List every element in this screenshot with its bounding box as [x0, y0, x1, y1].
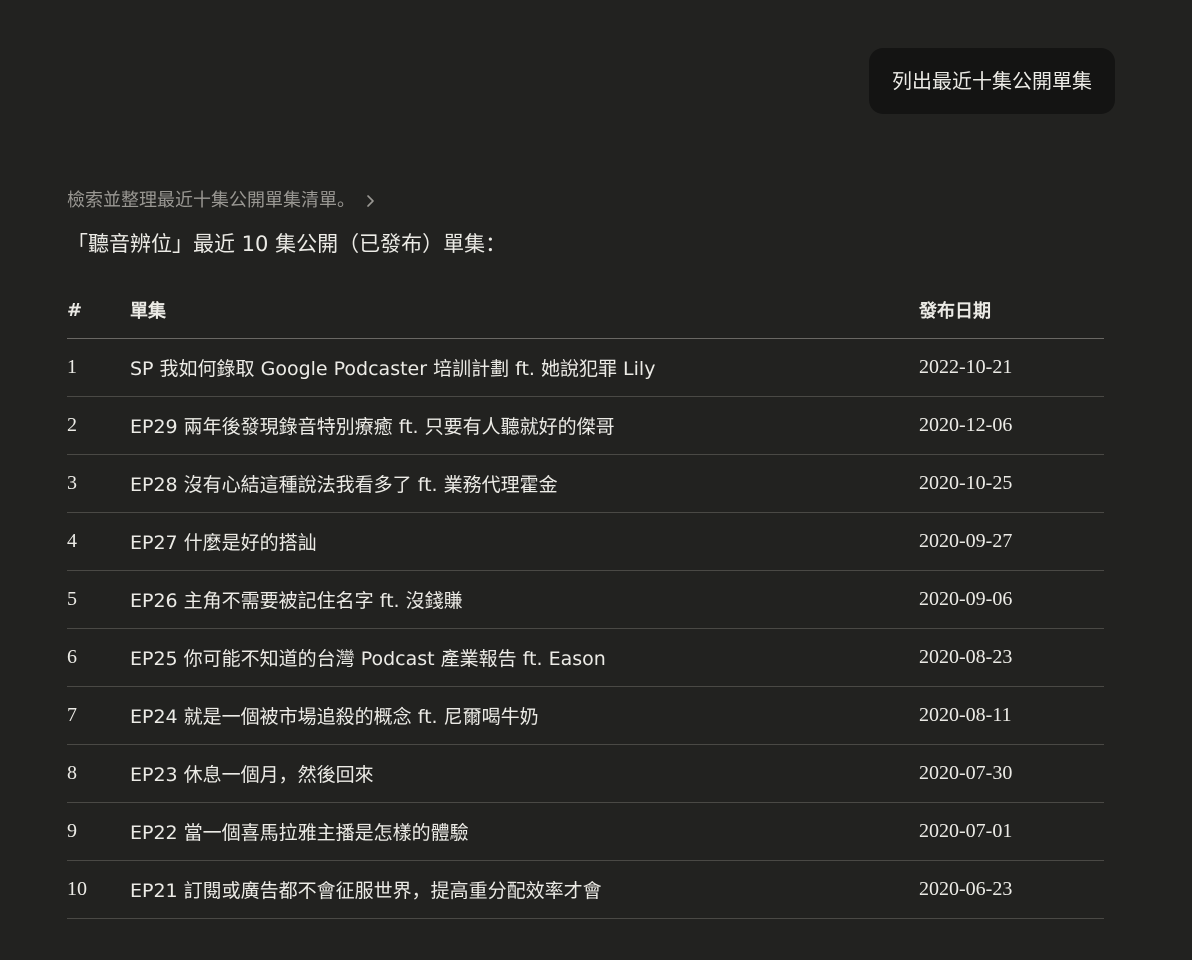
- row-publish-date: 2022-10-21: [919, 338, 1104, 397]
- response-intro: 「聽音辨位」最近 10 集公開（已發布）單集：: [67, 232, 507, 256]
- header-number: #: [67, 282, 130, 339]
- table-row: 10 EP21 訂閱或廣告都不會征服世界，提高重分配效率才會 2020-06-2…: [67, 860, 1104, 919]
- row-episode-title: EP21 訂閱或廣告都不會征服世界，提高重分配效率才會: [130, 860, 919, 919]
- row-number: 5: [67, 570, 130, 629]
- episodes-table: # 單集 發布日期 1 SP 我如何錄取 Google Podcaster 培訓…: [67, 282, 1104, 919]
- table-row: 6 EP25 你可能不知道的台灣 Podcast 產業報告 ft. Eason …: [67, 628, 1104, 687]
- row-number: 9: [67, 802, 130, 861]
- row-episode-title: EP29 兩年後發現錄音特別療癒 ft. 只要有人聽就好的傑哥: [130, 396, 919, 455]
- row-publish-date: 2020-07-30: [919, 744, 1104, 803]
- row-number: 2: [67, 396, 130, 455]
- table-row: 9 EP22 當一個喜馬拉雅主播是怎樣的體驗 2020-07-01: [67, 802, 1104, 861]
- table-row: 5 EP26 主角不需要被記住名字 ft. 沒錢賺 2020-09-06: [67, 570, 1104, 629]
- header-episode: 單集: [130, 282, 919, 339]
- row-publish-date: 2020-06-23: [919, 860, 1104, 919]
- row-publish-date: 2020-12-06: [919, 396, 1104, 455]
- row-episode-title: EP24 就是一個被市場追殺的概念 ft. 尼爾喝牛奶: [130, 686, 919, 745]
- row-number: 6: [67, 628, 130, 687]
- user-message-bubble: 列出最近十集公開單集: [869, 48, 1115, 114]
- thinking-summary-toggle[interactable]: 檢索並整理最近十集公開單集清單。: [67, 186, 377, 212]
- row-number: 1: [67, 338, 130, 397]
- row-number: 8: [67, 744, 130, 803]
- row-publish-date: 2020-08-23: [919, 628, 1104, 687]
- row-episode-title: EP28 沒有心結這種說法我看多了 ft. 業務代理霍金: [130, 454, 919, 513]
- table-row: 4 EP27 什麼是好的搭訕 2020-09-27: [67, 512, 1104, 571]
- row-episode-title: EP27 什麼是好的搭訕: [130, 512, 919, 571]
- row-episode-title: EP25 你可能不知道的台灣 Podcast 產業報告 ft. Eason: [130, 628, 919, 687]
- table-row: 1 SP 我如何錄取 Google Podcaster 培訓計劃 ft. 她說犯…: [67, 338, 1104, 397]
- row-number: 10: [67, 860, 130, 919]
- chat-page: 列出最近十集公開單集 檢索並整理最近十集公開單集清單。 「聽音辨位」最近 10 …: [0, 0, 1192, 960]
- table-row: 2 EP29 兩年後發現錄音特別療癒 ft. 只要有人聽就好的傑哥 2020-1…: [67, 396, 1104, 455]
- row-episode-title: EP26 主角不需要被記住名字 ft. 沒錢賺: [130, 570, 919, 629]
- row-number: 3: [67, 454, 130, 513]
- row-episode-title: EP23 休息一個月，然後回來: [130, 744, 919, 803]
- table-row: 7 EP24 就是一個被市場追殺的概念 ft. 尼爾喝牛奶 2020-08-11: [67, 686, 1104, 745]
- row-publish-date: 2020-08-11: [919, 686, 1104, 745]
- chevron-right-icon: [365, 192, 377, 207]
- row-episode-title: EP22 當一個喜馬拉雅主播是怎樣的體驗: [130, 802, 919, 861]
- row-publish-date: 2020-07-01: [919, 802, 1104, 861]
- row-publish-date: 2020-09-27: [919, 512, 1104, 571]
- row-number: 7: [67, 686, 130, 745]
- table-row: 8 EP23 休息一個月，然後回來 2020-07-30: [67, 744, 1104, 803]
- table-header-row: # 單集 發布日期: [67, 282, 1104, 339]
- table-row: 3 EP28 沒有心結這種說法我看多了 ft. 業務代理霍金 2020-10-2…: [67, 454, 1104, 513]
- row-number: 4: [67, 512, 130, 571]
- row-publish-date: 2020-10-25: [919, 454, 1104, 513]
- header-publish-date: 發布日期: [919, 282, 1104, 339]
- row-episode-title: SP 我如何錄取 Google Podcaster 培訓計劃 ft. 她說犯罪 …: [130, 338, 919, 397]
- thinking-summary-text: 檢索並整理最近十集公開單集清單。: [67, 190, 355, 211]
- row-publish-date: 2020-09-06: [919, 570, 1104, 629]
